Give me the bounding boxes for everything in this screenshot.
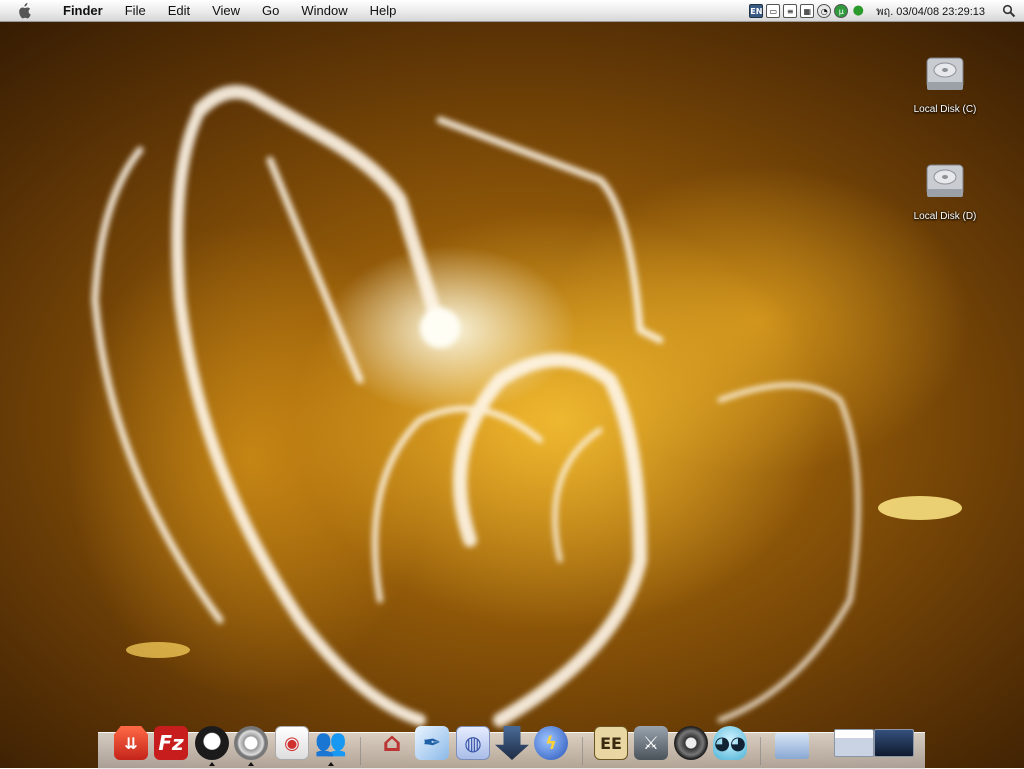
torrent-icon[interactable]: µ [834,3,849,18]
dock-item-folder[interactable] [773,724,811,762]
ghost-icon: ◕◕ [713,726,747,760]
running-indicator [328,762,334,766]
counter-strike-icon: ⚔ [634,726,668,760]
menu-clock[interactable]: พฤ. 03/04/08 23:29:13 [876,2,985,20]
quill-icon: ✒ [415,726,449,760]
dock-item-burnout[interactable] [672,724,710,762]
menu-file[interactable]: File [114,0,157,22]
media-player-icon [234,726,268,760]
menu-help[interactable]: Help [359,0,408,22]
menu-view[interactable]: View [201,0,251,22]
download-manager-icon: ⇊ [114,726,148,760]
messenger-icon: 👥 [314,728,348,758]
game-logo-icon: EE [594,726,628,760]
download-arrow-icon [495,726,529,760]
desktop-wallpaper [0,0,1024,768]
window-thumbnail-icon [834,729,874,757]
dock-item-game-logo[interactable]: EE [592,724,630,762]
input-language-icon[interactable]: EN [749,3,764,18]
running-indicator [209,762,215,766]
filezilla-icon: Fz [154,726,188,760]
desktop-icon-label: Local Disk (D) [913,211,977,222]
globe-flash-icon: ϟ [534,726,568,760]
desktop-icon-label: Local Disk (C) [913,104,977,115]
dock-item-media-player[interactable] [232,724,270,766]
messenger-status-icon[interactable]: ● [851,3,865,18]
dock-item-ghost[interactable]: ◕◕ [711,724,749,762]
desktop-icon-local-disk-c[interactable]: Local Disk (C) [905,54,985,115]
dock-separator [582,737,583,765]
hard-disk-icon [926,57,964,90]
clock-app-icon[interactable]: ◔ [817,3,832,18]
globe-window-icon: ◍ [456,726,490,760]
dock-item-home-editor[interactable]: ⌂ [373,724,411,762]
dock-item-downloader[interactable] [493,724,531,762]
dock-separator [760,737,761,765]
dock-item-web-browser[interactable]: ◍ [454,724,492,762]
dock-item-quill[interactable]: ✒ [413,724,451,762]
dock: ⇊ Fz ◉ 👥 ⌂ ✒ ◍ ϟ EE ⚔ ◕◕ [98,726,925,769]
status-tray: EN ▭ ≡ ▦ ◔ µ ● พฤ. 03/04/08 23:29:13 [749,2,1024,20]
dock-item-globe-app[interactable]: ϟ [532,724,570,762]
dock-item-preview[interactable]: ◉ [273,724,311,762]
apple-menu-icon[interactable] [10,0,38,22]
window-thumbnail-icon-2 [874,729,914,757]
preview-eye-icon: ◉ [275,726,309,760]
dock-item-window-2[interactable] [873,724,915,762]
wallpaper-light-trails [91,85,962,727]
folder-icon [775,733,809,759]
dock-item-download-manager[interactable]: ⇊ [112,724,150,762]
menu-edit[interactable]: Edit [157,0,201,22]
menu-go[interactable]: Go [251,0,290,22]
spotlight-search-icon[interactable] [1002,4,1016,18]
dock-item-window-1[interactable] [833,724,875,762]
media-icon[interactable]: ▦ [800,3,815,18]
firefox-icon [195,726,229,760]
home-pencil-icon: ⌂ [382,728,402,758]
dock-item-firefox[interactable] [193,724,231,766]
desktop-icon-local-disk-d[interactable]: Local Disk (D) [905,161,985,222]
burnout-disc-icon [674,726,708,760]
hard-disk-icon [926,164,964,197]
network-icon[interactable]: ≡ [783,3,798,18]
dock-item-messenger[interactable]: 👥 [312,724,350,766]
menu-bar: Finder File Edit View Go Window Help EN … [0,0,1024,22]
monitor-icon[interactable]: ▭ [766,3,781,18]
dock-item-counter-strike[interactable]: ⚔ [632,724,670,762]
dock-item-filezilla[interactable]: Fz [152,724,190,762]
dock-separator [360,737,361,765]
menu-finder[interactable]: Finder [52,0,114,22]
menu-window[interactable]: Window [290,0,358,22]
running-indicator [248,762,254,766]
